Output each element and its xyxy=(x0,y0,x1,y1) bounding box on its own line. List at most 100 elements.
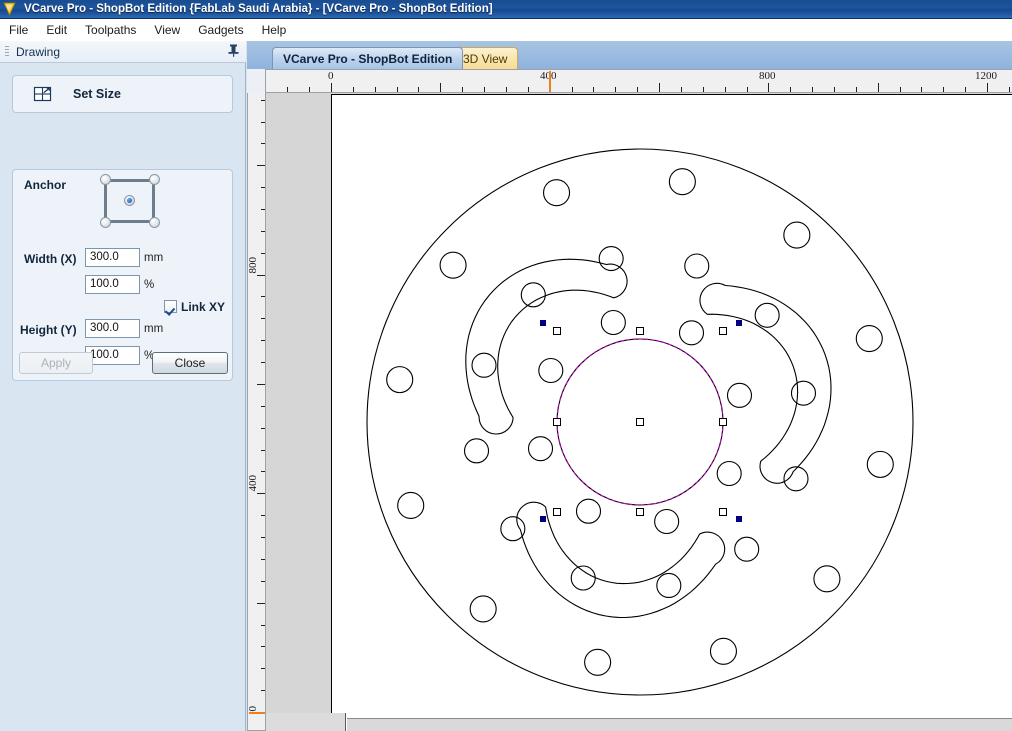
rotor-hole-mid-ring[interactable] xyxy=(656,572,682,599)
anchor-point-top-right[interactable] xyxy=(149,174,160,185)
ruler-tick xyxy=(440,83,442,92)
rotor-hole-mid-ring[interactable] xyxy=(463,438,490,464)
ruler-label: 800 xyxy=(247,257,259,274)
rotor-hole-mid-ring[interactable] xyxy=(520,282,546,308)
selection-handle[interactable] xyxy=(719,327,727,335)
ruler-tick xyxy=(309,87,311,92)
selection-handle[interactable] xyxy=(719,508,727,516)
ruler-tick xyxy=(257,493,265,495)
rotor-vent-slot[interactable] xyxy=(516,501,726,619)
rotor-hole-mid-ring[interactable] xyxy=(570,565,596,591)
height-percent-input[interactable]: 100.0 xyxy=(85,346,140,365)
rotor-hole-outer-ring[interactable] xyxy=(439,251,467,279)
rotate-handle[interactable] xyxy=(736,320,742,326)
tab-vcarve-2d[interactable]: VCarve Pro - ShopBot Edition xyxy=(272,47,464,69)
ruler-tick xyxy=(702,87,704,92)
drawing-dock-panel: Drawing Set Size Anchor Width (X) 300.0 … xyxy=(0,41,246,731)
ruler-tick xyxy=(899,87,901,92)
status-panel-left xyxy=(266,713,346,731)
ruler-tick xyxy=(462,87,464,92)
width-input[interactable]: 300.0 xyxy=(85,248,140,267)
rotor-hole-inner-ring[interactable] xyxy=(538,357,564,384)
anchor-arm-bottom xyxy=(108,220,152,223)
rotor-hole-mid-ring[interactable] xyxy=(754,302,780,328)
rotor-drawing[interactable] xyxy=(266,93,1012,731)
rotor-hole-outer-ring[interactable] xyxy=(469,595,497,623)
rotor-hole-outer-ring[interactable] xyxy=(386,366,414,394)
apply-button[interactable]: Apply xyxy=(19,352,93,374)
anchor-point-center[interactable] xyxy=(124,195,135,206)
rotor-hole-mid-ring[interactable] xyxy=(783,466,809,492)
selection-handle[interactable] xyxy=(553,327,561,335)
ruler-tick xyxy=(257,602,265,604)
menu-item-file[interactable]: File xyxy=(0,21,37,39)
rotor-hole-mid-ring[interactable] xyxy=(471,352,497,378)
ruler-tick xyxy=(987,83,989,92)
height-y-label: Height (Y) xyxy=(20,323,77,337)
rotor-hole-mid-ring[interactable] xyxy=(684,253,710,279)
rotor-vent-slot[interactable] xyxy=(465,258,628,435)
pin-icon[interactable] xyxy=(228,44,239,59)
rotor-hole-mid-ring[interactable] xyxy=(500,516,526,542)
rotor-hole-inner-ring[interactable] xyxy=(600,309,626,336)
rotor-hole-outer-ring[interactable] xyxy=(584,648,612,676)
width-percent-input[interactable]: 100.0 xyxy=(85,275,140,294)
rotor-hole-outer-ring[interactable] xyxy=(783,221,811,249)
rotor-hole-outer-ring[interactable] xyxy=(813,565,841,593)
drawing-canvas[interactable] xyxy=(266,93,1012,731)
rotor-hole-outer-ring[interactable] xyxy=(397,491,425,520)
rotor-hole-outer-ring[interactable] xyxy=(668,168,696,196)
dock-header: Drawing xyxy=(0,41,246,63)
menu-item-edit[interactable]: Edit xyxy=(37,21,76,39)
selection-handle[interactable] xyxy=(553,508,561,516)
ruler-tick xyxy=(1008,87,1010,92)
ruler-tick xyxy=(615,87,617,92)
anchor-point-top-left[interactable] xyxy=(100,174,111,185)
anchor-arm-right xyxy=(152,182,155,222)
selection-handle[interactable] xyxy=(636,418,644,426)
rotor-hole-inner-ring[interactable] xyxy=(654,508,680,535)
rotor-hole-mid-ring[interactable] xyxy=(734,536,760,562)
drag-grip-icon[interactable] xyxy=(5,45,9,58)
close-button[interactable]: Close xyxy=(152,352,228,374)
ruler-tick xyxy=(257,383,265,385)
dock-title: Drawing xyxy=(16,44,61,59)
rotate-handle[interactable] xyxy=(540,320,546,326)
rotor-hole-inner-ring[interactable] xyxy=(678,320,705,346)
rotor-hole-mid-ring[interactable] xyxy=(790,380,817,406)
rotor-hole-outer-ring[interactable] xyxy=(542,179,571,207)
rotor-hole-inner-ring[interactable] xyxy=(575,498,602,524)
rotor-hole-inner-ring[interactable] xyxy=(527,436,554,462)
rotate-handle[interactable] xyxy=(736,516,742,522)
height-input[interactable]: 300.0 xyxy=(85,319,140,338)
rotor-hole-inner-ring[interactable] xyxy=(716,460,742,487)
menu-item-toolpaths[interactable]: Toolpaths xyxy=(76,21,145,39)
ruler-tick xyxy=(418,87,420,92)
ruler-tick xyxy=(396,87,398,92)
selection-handle[interactable] xyxy=(553,418,561,426)
rotor-hole-outer-ring[interactable] xyxy=(866,450,894,478)
rotor-hole-outer-ring[interactable] xyxy=(709,637,738,665)
set-size-button[interactable]: Set Size xyxy=(12,75,233,113)
anchor-picker[interactable] xyxy=(100,174,162,228)
menu-item-gadgets[interactable]: Gadgets xyxy=(189,21,252,39)
selection-handle[interactable] xyxy=(719,418,727,426)
tab-strip: VCarve Pro - ShopBot Edition 3D View xyxy=(247,41,1012,69)
rotor-hole-outer-ring[interactable] xyxy=(855,324,883,353)
anchor-label: Anchor xyxy=(24,178,66,192)
anchor-point-bottom-left[interactable] xyxy=(100,217,111,228)
rotate-handle[interactable] xyxy=(540,516,546,522)
horizontal-ruler[interactable]: 04008001200 xyxy=(265,69,1012,93)
vertical-ruler[interactable]: 800 400 0 xyxy=(247,93,266,731)
ruler-tick xyxy=(571,87,573,92)
ruler-tick xyxy=(680,87,682,92)
menu-item-help[interactable]: Help xyxy=(253,21,296,39)
rotor-hole-inner-ring[interactable] xyxy=(726,382,753,408)
menu-bar: File Edit Toolpaths View Gadgets Help xyxy=(0,19,1012,41)
rotor-vent-slot[interactable] xyxy=(699,282,832,484)
anchor-point-bottom-right[interactable] xyxy=(149,217,160,228)
link-xy-checkbox[interactable] xyxy=(164,300,177,313)
menu-item-view[interactable]: View xyxy=(145,21,189,39)
selection-handle[interactable] xyxy=(636,508,644,516)
selection-handle[interactable] xyxy=(636,327,644,335)
